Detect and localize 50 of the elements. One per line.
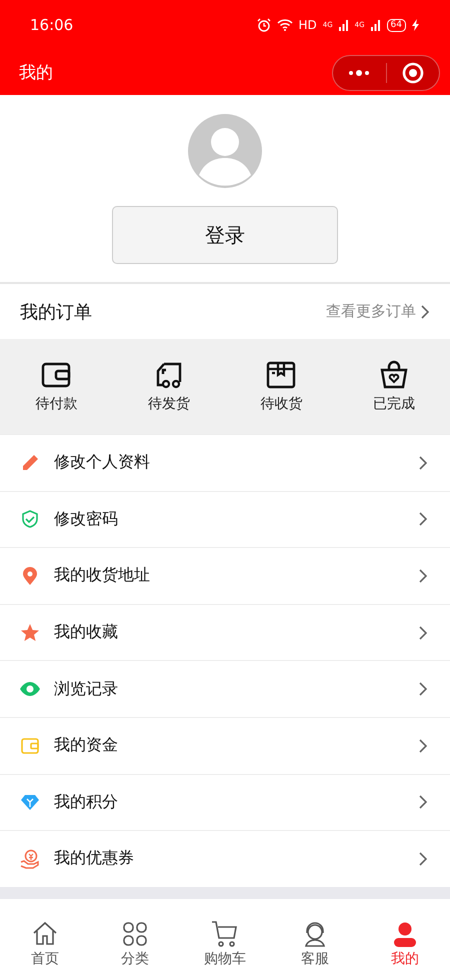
target-icon xyxy=(402,62,424,84)
alarm-icon xyxy=(256,18,270,32)
tab-item[interactable]: 分类 xyxy=(90,908,180,968)
chevron-right-icon xyxy=(419,568,428,583)
shopping-bag-icon xyxy=(378,360,409,390)
tab-item[interactable]: 我的 xyxy=(360,908,450,968)
grid-icon xyxy=(121,920,149,948)
menu-item[interactable]: 修改密码 xyxy=(0,490,450,548)
tab-item[interactable]: 客服 xyxy=(270,908,360,968)
order-status-button[interactable]: 已完成 xyxy=(338,339,450,434)
tab-item[interactable]: 首页 xyxy=(0,908,90,968)
more-dots-icon xyxy=(348,68,370,76)
page-title: 我的 xyxy=(19,62,54,84)
signal-icon xyxy=(370,19,381,31)
menu-item[interactable]: 我的收货地址 xyxy=(0,547,450,604)
menu-item[interactable]: 我的资金 xyxy=(0,716,450,774)
more-orders-link[interactable]: 查看更多订单 xyxy=(326,302,430,321)
wallet-icon xyxy=(41,360,72,390)
close-button[interactable] xyxy=(402,62,424,84)
charging-icon xyxy=(412,19,420,31)
chevron-right-icon xyxy=(421,304,430,318)
chevron-right-icon xyxy=(419,738,428,753)
box-icon xyxy=(266,360,296,390)
network-label: HD xyxy=(298,18,317,32)
chevron-right-icon xyxy=(419,626,428,640)
avatar-icon xyxy=(187,113,263,189)
home-icon xyxy=(31,920,59,948)
signal-icon xyxy=(338,19,349,31)
person-icon xyxy=(391,920,419,948)
battery-level: 64 xyxy=(386,18,406,32)
menu-item[interactable]: 修改个人资料 xyxy=(0,434,450,491)
menu-item[interactable]: 浏览记录 xyxy=(0,660,450,717)
section-title: 我的订单 xyxy=(20,300,93,324)
wifi-icon xyxy=(276,19,292,31)
order-status-button[interactable]: 待发货 xyxy=(112,339,225,434)
chevron-right-icon xyxy=(419,456,428,470)
chevron-right-icon xyxy=(419,512,428,526)
chevron-right-icon xyxy=(419,682,428,696)
order-status-button[interactable]: 待收货 xyxy=(225,339,338,434)
login-button[interactable]: 登录 xyxy=(112,206,338,264)
menu-item[interactable]: 我的优惠券 xyxy=(0,830,450,887)
cart-icon xyxy=(211,920,239,948)
order-status-button[interactable]: 待付款 xyxy=(0,339,112,434)
chevron-right-icon xyxy=(419,852,428,866)
menu-item[interactable]: 我的积分 xyxy=(0,774,450,830)
tab-item[interactable]: 购物车 xyxy=(180,908,270,968)
chevron-right-icon xyxy=(419,795,428,810)
menu-item[interactable]: 我的收藏 xyxy=(0,604,450,660)
more-button[interactable] xyxy=(348,68,370,76)
status-time: 16:06 xyxy=(30,16,74,34)
